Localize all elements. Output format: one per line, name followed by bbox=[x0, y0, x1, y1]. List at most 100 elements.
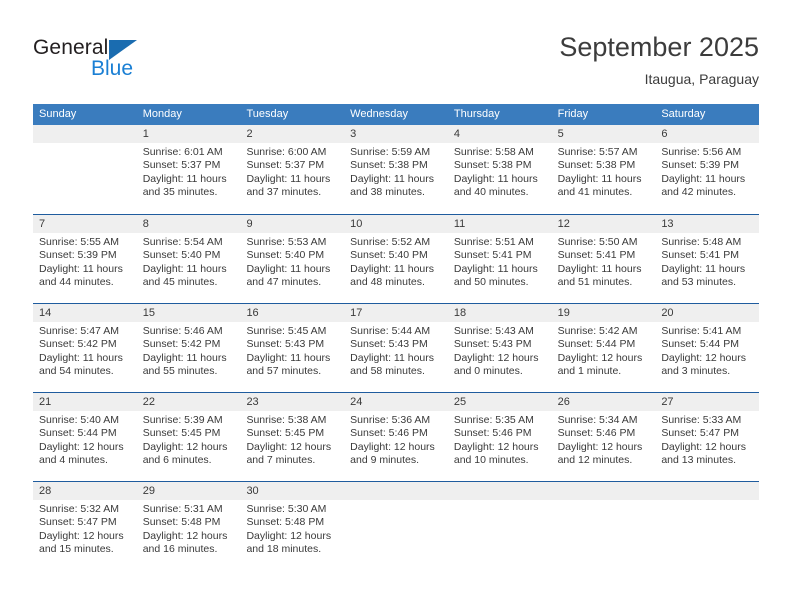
day-cell[interactable]: Sunrise: 5:59 AM Sunset: 5:38 PM Dayligh… bbox=[344, 143, 448, 213]
daylight-text: Daylight: 12 hours and 16 minutes. bbox=[142, 529, 228, 556]
day-number[interactable] bbox=[344, 482, 448, 500]
day-cell[interactable] bbox=[344, 500, 448, 570]
day-number[interactable]: 17 bbox=[344, 304, 448, 322]
sunset-text: Sunset: 5:37 PM bbox=[142, 159, 221, 172]
day-number[interactable]: 3 bbox=[344, 125, 448, 143]
daylight-text: Daylight: 11 hours and 57 minutes. bbox=[246, 351, 331, 378]
day-cell[interactable]: Sunrise: 5:58 AM Sunset: 5:38 PM Dayligh… bbox=[448, 143, 552, 213]
day-number[interactable]: 23 bbox=[240, 393, 344, 411]
day-number[interactable]: 15 bbox=[137, 304, 241, 322]
day-cell[interactable]: Sunrise: 5:30 AM Sunset: 5:48 PM Dayligh… bbox=[240, 500, 344, 570]
day-cell[interactable]: Sunrise: 5:32 AM Sunset: 5:47 PM Dayligh… bbox=[33, 500, 137, 570]
sunrise-text: Sunrise: 5:53 AM bbox=[246, 236, 327, 248]
day-cell[interactable]: Sunrise: 5:41 AM Sunset: 5:44 PM Dayligh… bbox=[655, 322, 759, 392]
day-number[interactable]: 10 bbox=[344, 215, 448, 233]
daylight-text: Daylight: 12 hours and 9 minutes. bbox=[350, 440, 435, 467]
day-cell[interactable] bbox=[552, 500, 656, 570]
day-cell[interactable]: Sunrise: 5:54 AM Sunset: 5:40 PM Dayligh… bbox=[137, 233, 241, 303]
sunset-text: Sunset: 5:40 PM bbox=[350, 249, 428, 262]
sunset-text: Sunset: 5:44 PM bbox=[557, 338, 636, 351]
day-number[interactable]: 11 bbox=[448, 215, 552, 233]
brand-logo[interactable]: General Blue bbox=[33, 36, 233, 86]
day-number[interactable]: 18 bbox=[448, 304, 552, 322]
day-cell[interactable]: Sunrise: 5:39 AM Sunset: 5:45 PM Dayligh… bbox=[137, 411, 241, 481]
day-cell[interactable]: Sunrise: 5:38 AM Sunset: 5:45 PM Dayligh… bbox=[240, 411, 344, 481]
day-number[interactable]: 7 bbox=[33, 215, 137, 233]
week-row: 21 22 23 24 25 26 27 Sunrise: 5:40 AM Su… bbox=[33, 392, 759, 481]
sunset-text: Sunset: 5:39 PM bbox=[39, 249, 117, 262]
day-number[interactable]: 29 bbox=[137, 482, 241, 500]
day-cell[interactable]: Sunrise: 5:53 AM Sunset: 5:40 PM Dayligh… bbox=[240, 233, 344, 303]
day-cell[interactable]: Sunrise: 5:57 AM Sunset: 5:38 PM Dayligh… bbox=[552, 143, 656, 213]
day-number[interactable]: 16 bbox=[240, 304, 344, 322]
week-body-band: Sunrise: 5:47 AM Sunset: 5:42 PM Dayligh… bbox=[33, 322, 759, 392]
sunset-text: Sunset: 5:37 PM bbox=[246, 159, 325, 172]
sunset-text: Sunset: 5:47 PM bbox=[661, 427, 739, 440]
day-cell[interactable]: Sunrise: 5:42 AM Sunset: 5:44 PM Dayligh… bbox=[552, 322, 656, 392]
day-cell[interactable]: Sunrise: 5:46 AM Sunset: 5:42 PM Dayligh… bbox=[137, 322, 241, 392]
day-number[interactable]: 22 bbox=[137, 393, 241, 411]
weekday-header-monday: Monday bbox=[142, 108, 182, 120]
sunset-text: Sunset: 5:39 PM bbox=[661, 159, 739, 172]
day-number[interactable] bbox=[448, 482, 552, 500]
sunrise-text: Sunrise: 6:01 AM bbox=[142, 146, 223, 158]
day-cell[interactable]: Sunrise: 5:31 AM Sunset: 5:48 PM Dayligh… bbox=[137, 500, 241, 570]
day-number[interactable] bbox=[33, 125, 137, 143]
sunrise-text: Sunrise: 5:48 AM bbox=[661, 236, 742, 248]
day-cell[interactable] bbox=[655, 500, 759, 570]
day-number[interactable]: 1 bbox=[137, 125, 241, 143]
week-number-band: 21 22 23 24 25 26 27 bbox=[33, 393, 759, 411]
day-cell[interactable] bbox=[448, 500, 552, 570]
day-cell[interactable]: Sunrise: 5:36 AM Sunset: 5:46 PM Dayligh… bbox=[344, 411, 448, 481]
daylight-text: Daylight: 11 hours and 35 minutes. bbox=[142, 172, 227, 199]
day-cell[interactable]: Sunrise: 5:45 AM Sunset: 5:43 PM Dayligh… bbox=[240, 322, 344, 392]
day-number[interactable]: 8 bbox=[137, 215, 241, 233]
daylight-text: Daylight: 11 hours and 44 minutes. bbox=[39, 262, 123, 289]
day-number[interactable]: 4 bbox=[448, 125, 552, 143]
day-number[interactable]: 13 bbox=[655, 215, 759, 233]
day-cell[interactable]: Sunrise: 5:47 AM Sunset: 5:42 PM Dayligh… bbox=[33, 322, 137, 392]
day-number[interactable]: 28 bbox=[33, 482, 137, 500]
day-number[interactable]: 27 bbox=[655, 393, 759, 411]
day-cell[interactable]: Sunrise: 5:48 AM Sunset: 5:41 PM Dayligh… bbox=[655, 233, 759, 303]
day-cell[interactable]: Sunrise: 5:50 AM Sunset: 5:41 PM Dayligh… bbox=[552, 233, 656, 303]
day-cell[interactable]: Sunrise: 5:43 AM Sunset: 5:43 PM Dayligh… bbox=[448, 322, 552, 392]
day-cell[interactable] bbox=[33, 143, 137, 213]
day-cell[interactable]: Sunrise: 5:35 AM Sunset: 5:46 PM Dayligh… bbox=[448, 411, 552, 481]
day-cell[interactable]: Sunrise: 6:00 AM Sunset: 5:37 PM Dayligh… bbox=[240, 143, 344, 213]
sunrise-text: Sunrise: 5:46 AM bbox=[142, 325, 223, 337]
day-number[interactable]: 21 bbox=[33, 393, 137, 411]
day-number[interactable]: 6 bbox=[655, 125, 759, 143]
day-cell[interactable]: Sunrise: 5:56 AM Sunset: 5:39 PM Dayligh… bbox=[655, 143, 759, 213]
day-number[interactable]: 30 bbox=[240, 482, 344, 500]
sunset-text: Sunset: 5:45 PM bbox=[246, 427, 325, 440]
day-number[interactable]: 19 bbox=[552, 304, 656, 322]
day-number[interactable]: 2 bbox=[240, 125, 344, 143]
day-number[interactable]: 9 bbox=[240, 215, 344, 233]
day-number[interactable]: 20 bbox=[655, 304, 759, 322]
day-number[interactable] bbox=[655, 482, 759, 500]
day-cell[interactable]: Sunrise: 6:01 AM Sunset: 5:37 PM Dayligh… bbox=[137, 143, 241, 213]
day-cell[interactable]: Sunrise: 5:34 AM Sunset: 5:46 PM Dayligh… bbox=[552, 411, 656, 481]
sunset-text: Sunset: 5:47 PM bbox=[39, 516, 117, 529]
daylight-text: Daylight: 12 hours and 4 minutes. bbox=[39, 440, 124, 467]
daylight-text: Daylight: 12 hours and 0 minutes. bbox=[453, 351, 539, 378]
day-cell[interactable]: Sunrise: 5:33 AM Sunset: 5:47 PM Dayligh… bbox=[655, 411, 759, 481]
daylight-text: Daylight: 12 hours and 6 minutes. bbox=[142, 440, 228, 467]
day-number[interactable]: 26 bbox=[552, 393, 656, 411]
sunrise-text: Sunrise: 5:38 AM bbox=[246, 414, 327, 426]
day-number[interactable]: 24 bbox=[344, 393, 448, 411]
sunrise-text: Sunrise: 5:54 AM bbox=[142, 236, 223, 248]
day-cell[interactable]: Sunrise: 5:55 AM Sunset: 5:39 PM Dayligh… bbox=[33, 233, 137, 303]
day-number[interactable]: 5 bbox=[552, 125, 656, 143]
daylight-text: Daylight: 12 hours and 12 minutes. bbox=[557, 440, 643, 467]
day-cell[interactable]: Sunrise: 5:44 AM Sunset: 5:43 PM Dayligh… bbox=[344, 322, 448, 392]
page-title: September 2025 bbox=[559, 32, 759, 62]
day-cell[interactable]: Sunrise: 5:40 AM Sunset: 5:44 PM Dayligh… bbox=[33, 411, 137, 481]
day-number[interactable] bbox=[552, 482, 656, 500]
day-cell[interactable]: Sunrise: 5:51 AM Sunset: 5:41 PM Dayligh… bbox=[448, 233, 552, 303]
day-number[interactable]: 14 bbox=[33, 304, 137, 322]
day-number[interactable]: 12 bbox=[552, 215, 656, 233]
day-number[interactable]: 25 bbox=[448, 393, 552, 411]
day-cell[interactable]: Sunrise: 5:52 AM Sunset: 5:40 PM Dayligh… bbox=[344, 233, 448, 303]
